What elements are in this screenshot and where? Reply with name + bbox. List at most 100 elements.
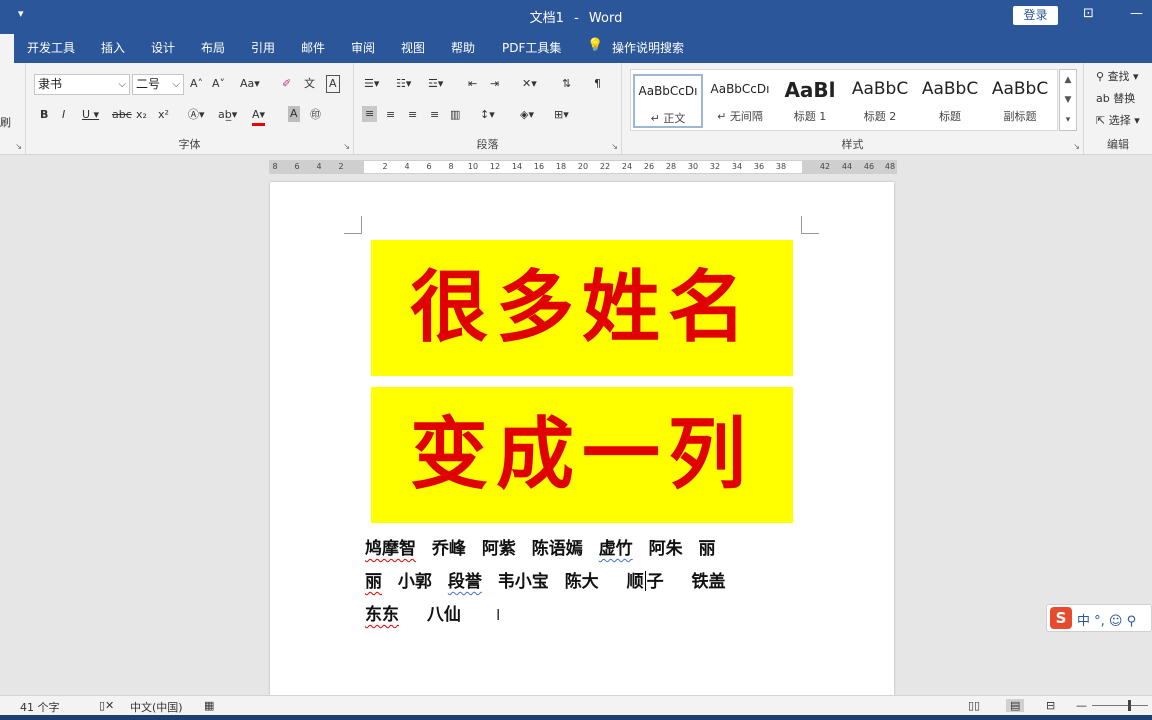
bullets-icon[interactable]: ☰▾ [364, 76, 379, 92]
print-layout-icon[interactable]: ▤ [1006, 699, 1025, 712]
bold-icon[interactable]: B [40, 107, 48, 123]
shrink-font-icon[interactable]: A˅ [212, 76, 225, 92]
more-icon[interactable]: ▾ [1060, 110, 1076, 130]
tab-references[interactable]: 引用 [251, 39, 275, 56]
underline-icon[interactable]: U ▾ [82, 107, 99, 123]
styles-launcher-icon[interactable]: ↘ [1073, 142, 1080, 151]
tab-mailings[interactable]: 邮件 [301, 39, 325, 56]
chevron-down-icon[interactable]: ▼ [1060, 90, 1076, 110]
zoom-slider-thumb[interactable] [1128, 700, 1131, 711]
login-button[interactable]: 登录 [1013, 6, 1058, 25]
styles-scroll-buttons[interactable]: ▲ ▼ ▾ [1059, 69, 1077, 131]
minimize-icon[interactable]: — [1130, 6, 1143, 21]
ime-toolbar[interactable]: S 中 °, ☺ ⚲ [1046, 604, 1152, 632]
decrease-indent-icon[interactable]: ⇤ [468, 76, 477, 92]
format-painter-label[interactable]: 刷 [0, 115, 11, 131]
tab-layout[interactable]: 布局 [201, 39, 225, 56]
shading-icon[interactable]: ◈▾ [520, 107, 534, 123]
grow-font-icon[interactable]: A˄ [190, 76, 203, 92]
style-normal[interactable]: AaBbCcDı ↵ 正文 [633, 74, 703, 128]
name-word: 八仙 [426, 605, 461, 625]
font-launcher-icon[interactable]: ↘ [343, 142, 350, 151]
align-right-icon[interactable]: ≡ [408, 107, 417, 123]
increase-indent-icon[interactable]: ⇥ [490, 76, 499, 92]
select-button[interactable]: ⇱ 选择 ▾ [1096, 113, 1140, 129]
tell-me-search[interactable]: 操作说明搜索 [612, 39, 684, 56]
borders-icon[interactable]: ⊞▾ [554, 107, 569, 123]
tab-help[interactable]: 帮助 [451, 39, 475, 56]
name-word: 阿紫 [481, 539, 516, 559]
tab-developer[interactable]: 开发工具 [27, 39, 75, 56]
asian-layout-icon[interactable]: ✕▾ [522, 76, 537, 92]
tab-insert[interactable]: 插入 [101, 39, 125, 56]
line-spacing-icon[interactable]: ↕▾ [480, 107, 495, 123]
chevron-up-icon[interactable]: ▲ [1060, 70, 1076, 90]
zoom-out-icon[interactable]: — [1076, 699, 1087, 712]
web-layout-icon[interactable]: ⊟ [1046, 699, 1055, 712]
name-word: 鸠摩智 [365, 539, 416, 559]
document-page[interactable]: 很多姓名 变成一列 鸠摩智 乔峰 阿紫 陈语嫣 虚竹 阿朱 丽 丽 小郭 段誉 … [270, 182, 894, 695]
style-title[interactable]: AaBbC 标题 [915, 74, 985, 128]
app-name: Word [588, 11, 623, 26]
change-case-icon[interactable]: Aa▾ [240, 76, 260, 92]
superscript-icon[interactable]: x² [158, 107, 169, 123]
zoom-slider[interactable] [1092, 705, 1148, 706]
numbering-icon[interactable]: ☷▾ [396, 76, 411, 92]
justify-icon[interactable]: ≡ [430, 107, 439, 123]
style-heading-1[interactable]: AaBl 标题 1 [775, 74, 845, 128]
names-paragraph[interactable]: 鸠摩智 乔峰 阿紫 陈语嫣 虚竹 阿朱 丽 丽 小郭 段誉 韦小宝 陈大 顺子 … [365, 533, 795, 632]
active-tab-edge[interactable] [0, 34, 14, 63]
ruler-number: 6 [426, 162, 432, 171]
language-status[interactable]: 中文(中国) [130, 699, 183, 715]
font-size-combo[interactable]: 二号 ⌵ [132, 74, 184, 95]
subscript-icon[interactable]: x₂ [136, 107, 147, 123]
word-count[interactable]: 41 个字 [20, 699, 60, 715]
replace-button[interactable]: ab 替换 [1096, 91, 1135, 107]
character-shading-icon[interactable]: A [288, 106, 300, 122]
ribbon: 刷 ↘ 隶书 ⌵ 二号 ⌵ A˄ A˅ Aa▾ ✐ 文 A B I U ▾ ab… [0, 63, 1152, 155]
strikethrough-icon[interactable]: abc [112, 107, 132, 123]
italic-icon[interactable]: I [62, 107, 65, 123]
ruler-number: 34 [731, 162, 743, 171]
read-mode-icon[interactable]: ▯▯ [968, 699, 980, 712]
ruler-number: 8 [272, 162, 278, 171]
style-no-spacing[interactable]: AaBbCcDı ↵ 无间隔 [705, 74, 775, 128]
multilevel-list-icon[interactable]: ☲▾ [428, 76, 443, 92]
horizontal-ruler[interactable]: 8 6 4 2 2 4 6 8 10 12 14 16 18 20 22 24 … [269, 160, 897, 174]
phonetic-guide-icon[interactable]: 文 [304, 76, 315, 92]
tab-view[interactable]: 视图 [401, 39, 425, 56]
show-marks-icon[interactable]: ¶ [594, 76, 601, 92]
ribbon-display-options-icon[interactable]: ⊡ [1083, 6, 1094, 21]
highlight-color-icon[interactable]: ab̲▾ [218, 107, 237, 123]
title-banner-1[interactable]: 很多姓名 [371, 240, 793, 376]
chevron-down-icon: ⌵ [172, 79, 180, 90]
sort-icon[interactable]: ⇅ [562, 76, 571, 92]
ime-status[interactable]: 中 °, ☺ ⚲ [1077, 610, 1136, 629]
text-caret [644, 571, 646, 591]
paragraph-group-label: 段落 [476, 138, 499, 151]
ruler-number: 14 [511, 162, 523, 171]
find-button[interactable]: ⚲ 查找 ▾ [1096, 69, 1139, 85]
clear-formatting-icon[interactable]: ✐ [282, 76, 291, 92]
distributed-icon[interactable]: ▥ [450, 107, 460, 123]
style-heading-2[interactable]: AaBbC 标题 2 [845, 74, 915, 128]
text-effects-icon[interactable]: Ⓐ▾ [188, 107, 205, 123]
window-title: 文档1 - Word [0, 7, 1152, 26]
clipboard-launcher-icon[interactable]: ↘ [15, 142, 22, 151]
font-color-icon[interactable]: A▾ [252, 107, 266, 126]
tab-pdf-tools[interactable]: PDF工具集 [502, 39, 561, 56]
name-word: 陈语嫣 [531, 539, 583, 559]
style-subtitle[interactable]: AaBbC 副标题 [985, 74, 1055, 128]
tab-design[interactable]: 设计 [151, 39, 175, 56]
macro-icon[interactable]: ▦ [204, 699, 214, 712]
align-center-icon[interactable]: ≡ [386, 107, 395, 123]
align-left-icon[interactable]: ≡ [362, 106, 378, 122]
title-banner-2[interactable]: 变成一列 [371, 387, 793, 523]
paragraph-launcher-icon[interactable]: ↘ [611, 142, 618, 151]
tab-review[interactable]: 审阅 [351, 39, 375, 56]
enclose-characters-icon[interactable]: ㊞ [310, 107, 321, 123]
font-name-combo[interactable]: 隶书 ⌵ [34, 74, 130, 95]
character-border-icon[interactable]: A [326, 75, 340, 93]
proofing-icon[interactable]: ▯✕ [99, 699, 114, 712]
chevron-down-icon: ⌵ [118, 79, 126, 90]
